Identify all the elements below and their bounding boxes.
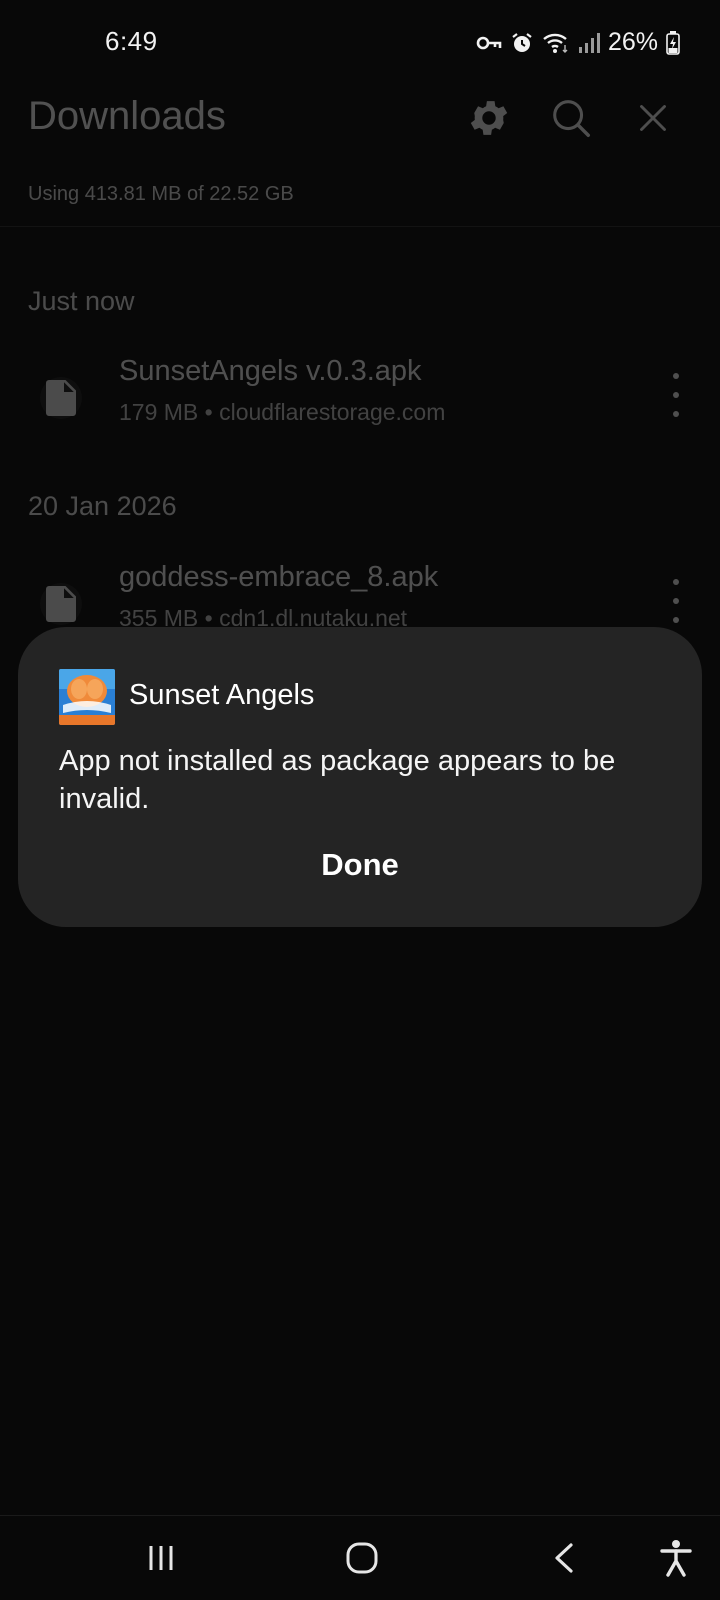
settings-icon[interactable]	[466, 95, 512, 141]
wifi-icon	[542, 31, 570, 55]
status-icons: 26%	[476, 28, 680, 57]
dialog-message: App not installed as package appears to …	[59, 745, 616, 815]
signal-icon	[578, 32, 600, 54]
navigation-bar	[0, 1515, 720, 1600]
divider	[0, 226, 720, 227]
file-name: SunsetAngels v.0.3.apk	[119, 355, 422, 387]
status-time: 6:49	[105, 26, 158, 56]
app-icon	[59, 669, 115, 725]
more-options-icon[interactable]	[664, 579, 688, 623]
section-label: Just now	[28, 286, 135, 316]
install-error-dialog: Sunset Angels App not installed as packa…	[18, 627, 702, 927]
back-icon[interactable]	[540, 1534, 588, 1582]
accessibility-icon[interactable]	[652, 1534, 700, 1582]
status-bar: 6:49 26%	[0, 0, 720, 90]
close-icon[interactable]	[630, 95, 676, 141]
file-icon	[40, 583, 82, 625]
file-meta: 179 MB • cloudflarestorage.com	[119, 399, 446, 425]
dialog-title: Sunset Angels	[129, 679, 315, 711]
battery-charging-icon	[666, 30, 680, 55]
alarm-icon	[510, 31, 534, 55]
section-label: 20 Jan 2026	[28, 491, 177, 521]
home-icon[interactable]	[338, 1534, 386, 1582]
battery-percent: 26%	[607, 28, 658, 56]
done-button[interactable]: Done	[18, 835, 702, 895]
screen: Downloads Using 413.81 MB of 22.52 GB Ju…	[0, 0, 720, 1600]
recents-icon[interactable]	[137, 1534, 185, 1582]
list-item[interactable]: SunsetAngels v.0.3.apk 179 MB • cloudfla…	[0, 355, 720, 455]
file-name: goddess-embrace_8.apk	[119, 561, 439, 593]
file-icon	[40, 377, 82, 419]
search-icon[interactable]	[548, 95, 594, 141]
storage-usage: Using 413.81 MB of 22.52 GB	[28, 183, 294, 205]
vpn-key-icon	[476, 34, 502, 52]
page-title: Downloads	[28, 94, 226, 138]
more-options-icon[interactable]	[664, 373, 688, 417]
